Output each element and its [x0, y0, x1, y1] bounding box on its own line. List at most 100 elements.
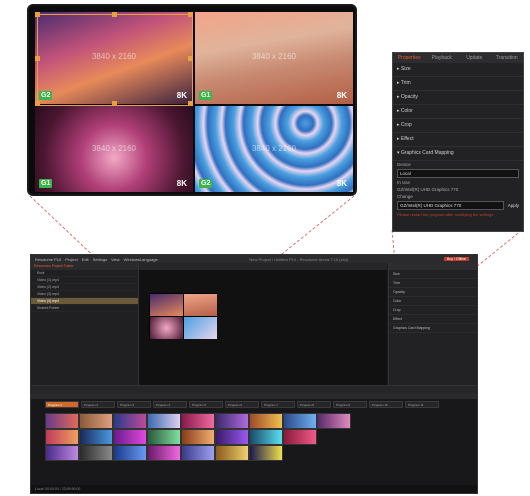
clip-thumbnail[interactable] — [147, 429, 181, 445]
program-grid: Program 1 Program 2 Program 3 Program 4 … — [31, 393, 477, 485]
selection-box[interactable] — [37, 14, 193, 106]
clip-thumbnail[interactable] — [113, 413, 147, 429]
menu-project[interactable]: Project — [65, 257, 77, 262]
apply-button[interactable]: Apply — [508, 203, 519, 208]
clip-thumbnail[interactable] — [283, 413, 317, 429]
preview-tile-3[interactable]: 3840 x 2160 8K G1 — [35, 106, 193, 192]
layer-tab[interactable]: Program 9 — [333, 401, 367, 408]
resize-handle[interactable] — [112, 12, 117, 17]
section-color[interactable]: ▸ Color — [393, 105, 523, 119]
section-crop[interactable]: ▸ Crop — [393, 119, 523, 133]
preview-tile-4[interactable]: 3840 x 2160 8K G2 — [195, 106, 353, 192]
section-size[interactable]: ▸ Size — [393, 63, 523, 77]
panel-section[interactable]: Color — [389, 297, 477, 306]
layer-tab[interactable]: Program 5 — [189, 401, 223, 408]
clip-thumbnail[interactable] — [79, 429, 113, 445]
resize-handle[interactable] — [35, 56, 40, 61]
program-grid-header — [31, 393, 477, 399]
panel-section[interactable]: Effect — [389, 315, 477, 324]
resize-handle[interactable] — [35, 12, 40, 17]
clip-thumbnail[interactable] — [45, 429, 79, 445]
section-trim[interactable]: ▸ Trim — [393, 77, 523, 91]
layer-tab[interactable]: Program 2 — [81, 401, 115, 408]
section-opacity[interactable]: ▸ Opacity — [393, 91, 523, 105]
preview-tile-2[interactable]: 3840 x 2160 8K G1 — [195, 12, 353, 104]
panel-section[interactable]: Trim — [389, 279, 477, 288]
layer-tab[interactable]: Program 1 — [45, 401, 79, 408]
restart-warning: Please restart the program after modifyi… — [397, 212, 494, 217]
list-item[interactable]: Shared Folder — [31, 305, 138, 312]
preview-zoom: 3840 x 2160 8K G2 3840 x 2160 8K G1 3840… — [27, 4, 357, 196]
change-select[interactable]: GZ/Intel(R) UHD Graphics 770 — [397, 201, 504, 210]
clip-thumbnail[interactable] — [79, 445, 113, 461]
menu-app[interactable]: Resolume P10 — [35, 257, 61, 262]
status-bar: Local: 00:00:00 / 23:59:59:00 — [31, 485, 477, 493]
clip-thumbnail[interactable] — [283, 429, 317, 445]
clip-thumbnail[interactable] — [181, 429, 215, 445]
section-label: Trim — [400, 80, 411, 86]
clip-thumbnail[interactable] — [215, 413, 249, 429]
clip-thumbnail[interactable] — [147, 413, 181, 429]
tile-resolution: 8K — [176, 179, 187, 188]
clip-thumbnail[interactable] — [45, 413, 79, 429]
clip-thumbnail[interactable] — [317, 413, 351, 429]
clip-thumbnail[interactable] — [249, 445, 283, 461]
layer-tab[interactable]: Program 6 — [225, 401, 259, 408]
layer-tab[interactable]: Program 3 — [117, 401, 151, 408]
list-item[interactable]: Video (2).mp4 — [31, 284, 138, 291]
clip-thumbnail[interactable] — [147, 445, 181, 461]
mini-tile — [150, 294, 183, 316]
list-item[interactable]: Video (4).mp4 — [31, 298, 138, 305]
clip-thumbnail[interactable] — [181, 445, 215, 461]
section-label: Size — [400, 66, 411, 72]
layer-tab[interactable]: Program 4 — [153, 401, 187, 408]
clip-thumbnail[interactable] — [249, 429, 283, 445]
canvas-area[interactable] — [139, 263, 387, 393]
resize-handle[interactable] — [35, 101, 40, 106]
layer-tab[interactable]: Program 11 — [405, 401, 439, 408]
layer-tab[interactable]: Program 10 — [369, 401, 403, 408]
panel-section[interactable]: Crop — [389, 306, 477, 315]
tab-playback[interactable]: Playback — [426, 53, 459, 63]
clip-thumbnail[interactable] — [113, 445, 147, 461]
clip-thumbnail[interactable] — [249, 413, 283, 429]
properties-panel-tabs[interactable] — [389, 263, 477, 270]
properties-tabs: Properties Playback Update Transition — [393, 53, 523, 63]
resize-handle[interactable] — [112, 101, 117, 106]
clip-thumbnail[interactable] — [113, 429, 147, 445]
resize-handle[interactable] — [188, 12, 193, 17]
canvas-preview[interactable] — [149, 293, 217, 339]
tab-transition[interactable]: Transition — [491, 53, 524, 63]
list-item[interactable]: Video (3).mp4 — [31, 291, 138, 298]
resize-handle[interactable] — [188, 101, 193, 106]
menu-language[interactable]: WindowsLanguage — [124, 257, 158, 262]
panel-section[interactable]: Size — [389, 270, 477, 279]
clip-thumbnail[interactable] — [215, 429, 249, 445]
menu-edit[interactable]: Edit — [82, 257, 89, 262]
properties-zoom: Properties Playback Update Transition ▸ … — [392, 52, 524, 232]
layer-tab[interactable]: Program 7 — [261, 401, 295, 408]
menu-view[interactable]: View — [111, 257, 120, 262]
resize-handle[interactable] — [188, 56, 193, 61]
resources-panel: Resources Project Folder Root Video (1).… — [31, 263, 139, 385]
clip-thumbnail[interactable] — [181, 413, 215, 429]
clip-thumbnail[interactable] — [45, 445, 79, 461]
account-button[interactable]: Buy / Offline — [443, 257, 469, 261]
clip-thumbnail[interactable] — [215, 445, 249, 461]
tab-properties[interactable]: Properties — [393, 53, 426, 63]
panel-section[interactable]: Opacity — [389, 288, 477, 297]
section-effect[interactable]: ▸ Effect — [393, 133, 523, 147]
panel-section[interactable]: Graphics Card Mapping — [389, 324, 477, 333]
device-select[interactable]: Local — [397, 169, 519, 178]
layer-tab[interactable]: Program 8 — [297, 401, 331, 408]
list-item[interactable]: Root — [31, 270, 138, 277]
window-title: New Project / Untitled P10 - Resolume Ar… — [249, 256, 349, 262]
resources-tabs[interactable]: Resources Project Folder — [31, 263, 138, 270]
section-label: Effect — [400, 136, 414, 142]
gpu-badge: G1 — [199, 91, 213, 100]
menu-settings[interactable]: Settings — [93, 257, 107, 262]
clip-thumbnail[interactable] — [79, 413, 113, 429]
section-graphics-card-mapping[interactable]: ▾ Graphics Card Mapping — [393, 147, 523, 161]
list-item[interactable]: Video (1).mp4 — [31, 277, 138, 284]
tab-update[interactable]: Update — [458, 53, 491, 63]
